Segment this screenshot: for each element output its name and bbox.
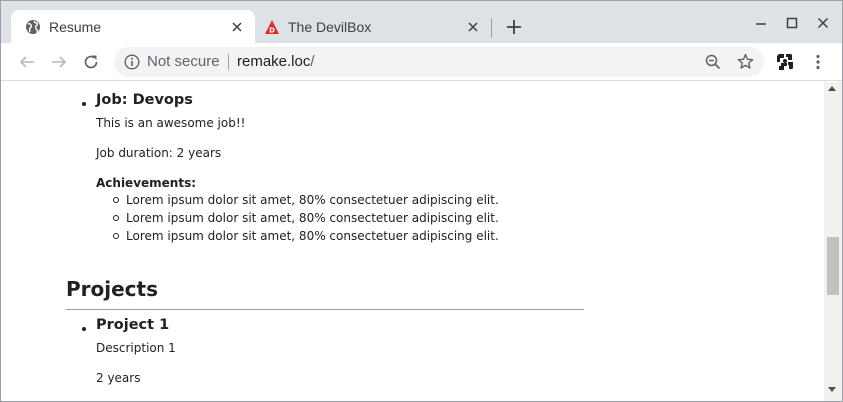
close-icon: [817, 17, 829, 29]
svg-text:D: D: [269, 27, 275, 35]
vertical-scrollbar[interactable]: [824, 82, 842, 401]
project-title: Project 1: [96, 317, 170, 333]
browser-window: Resume D The DevilBox Not secure remake.…: [0, 0, 843, 402]
tab-title: The DevilBox: [288, 19, 372, 35]
zoom-out-icon[interactable]: [705, 54, 721, 70]
achievements-label: Achievements:: [96, 176, 197, 190]
forward-button[interactable]: [48, 51, 70, 73]
achievement-item: Lorem ipsum dolor sit amet, 80% consecte…: [126, 211, 499, 225]
project-description: Description 1: [96, 341, 176, 355]
url-path: /: [310, 53, 315, 70]
list-bullet-circle: [113, 233, 119, 239]
scrollbar-thumb[interactable]: [827, 237, 839, 295]
close-window-button[interactable]: [811, 13, 835, 33]
security-label[interactable]: Not secure: [147, 54, 220, 70]
tab-devilbox[interactable]: D The DevilBox: [255, 10, 491, 43]
close-tab-icon[interactable]: [465, 19, 481, 35]
new-tab-button[interactable]: [504, 17, 524, 37]
browser-toolbar: Not secure remake.loc/: [1, 43, 842, 81]
page-content: Job: Devops This is an awesome job!! Job…: [1, 82, 824, 401]
maximize-icon: [786, 17, 798, 29]
info-icon[interactable]: [124, 54, 140, 70]
globe-icon: [25, 19, 41, 35]
url-host: remake.loc: [237, 53, 311, 70]
job-description: This is an awesome job!!: [96, 116, 246, 130]
minimize-button[interactable]: [749, 13, 773, 33]
minimize-icon: [756, 23, 766, 25]
reload-icon: [84, 55, 98, 69]
omnibox-divider: [228, 54, 229, 70]
tab-separator: [491, 18, 492, 38]
job-duration: Job duration: 2 years: [96, 146, 222, 160]
tab-strip: Resume D The DevilBox: [1, 1, 842, 43]
project-duration: 2 years: [96, 371, 141, 385]
achievement-item: Lorem ipsum dolor sit amet, 80% consecte…: [126, 193, 499, 207]
address-bar[interactable]: Not secure remake.loc/: [114, 47, 764, 77]
forward-arrow-icon: [52, 56, 67, 68]
plus-icon: [507, 20, 521, 34]
profile-avatar[interactable]: [775, 52, 795, 72]
list-bullet-circle: [113, 197, 119, 203]
list-bullet-circle: [113, 215, 119, 221]
list-bullet: [82, 102, 86, 106]
close-tab-icon[interactable]: [229, 19, 245, 35]
projects-heading: Projects: [66, 277, 159, 301]
tab-title: Resume: [49, 19, 102, 35]
job-title: Job: Devops: [96, 92, 193, 108]
back-arrow-icon: [19, 56, 34, 68]
maximize-button[interactable]: [780, 13, 804, 33]
list-bullet: [82, 327, 86, 331]
back-button[interactable]: [16, 51, 38, 73]
bookmark-star-icon[interactable]: [737, 53, 754, 70]
scroll-up-arrow-icon[interactable]: [828, 86, 836, 91]
achievement-item: Lorem ipsum dolor sit amet, 80% consecte…: [126, 229, 499, 243]
tab-resume[interactable]: Resume: [11, 10, 255, 43]
devilbox-favicon-icon: D: [264, 19, 280, 35]
reload-button[interactable]: [80, 51, 102, 73]
scroll-down-arrow-icon[interactable]: [828, 387, 836, 392]
section-divider: [66, 309, 584, 310]
browser-menu-button[interactable]: [809, 52, 827, 72]
more-vertical-icon: [816, 54, 820, 70]
url-text[interactable]: remake.loc/: [237, 54, 315, 70]
